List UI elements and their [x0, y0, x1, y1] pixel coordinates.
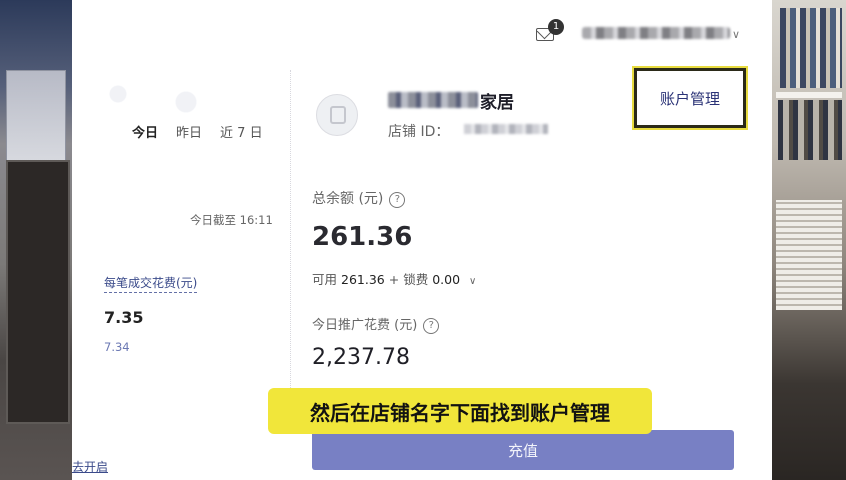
video-subtitle: 然后在店铺名字下面找到账户管理 — [268, 388, 652, 434]
background-box — [6, 70, 66, 162]
background-left — [0, 0, 72, 480]
background-books — [780, 8, 842, 88]
help-icon[interactable]: ? — [389, 192, 406, 208]
recharge-button[interactable]: 充值 — [312, 430, 734, 470]
today-spend-text: 今日推广花费 (元) — [312, 318, 418, 333]
balance-breakdown: 可用 261.36 + 锁费 0.00 ∨ — [312, 269, 476, 288]
background-papers — [776, 200, 842, 310]
cost-per-deal-value: 7.35 — [104, 308, 144, 327]
user-name-redacted[interactable] — [582, 27, 730, 39]
frozen-label: 锁费 — [403, 272, 429, 287]
cost-per-deal-previous: 7.34 — [104, 340, 130, 354]
total-balance-text: 总余额 (元) — [312, 191, 384, 207]
tab-today[interactable]: 今日 — [132, 122, 158, 141]
today-spend-label: 今日推广花费 (元)? — [312, 314, 440, 334]
store-id-label: 店铺 ID： — [388, 124, 450, 140]
cost-per-deal-label[interactable]: 每笔成交花费(元) — [104, 274, 198, 293]
top-bar: 1 ∨ — [72, 0, 772, 60]
tab-last-7-days[interactable]: 近 7 日 — [220, 122, 263, 141]
go-open-link[interactable]: 去开启 — [72, 458, 108, 475]
stats-sidebar: 今日 昨日 近 7 日 今日截至 16:11 每笔成交花费(元) 7.35 7.… — [72, 70, 291, 420]
available-label: 可用 — [312, 272, 338, 287]
decorative-watermark — [84, 78, 254, 118]
chevron-down-icon[interactable]: ∨ — [469, 276, 476, 287]
total-balance-label: 总余额 (元)? — [312, 188, 406, 208]
notification-badge: 1 — [548, 19, 564, 35]
available-value: 261.36 — [341, 272, 385, 287]
background-cabinet — [6, 160, 70, 424]
frozen-value: 0.00 — [432, 272, 461, 287]
plus-sign: + — [388, 272, 400, 287]
store-avatar — [316, 94, 358, 136]
total-balance-value: 261.36 — [312, 222, 413, 252]
store-name: 家居 — [480, 93, 514, 113]
as-of-time: 今日截至 16:11 — [190, 213, 273, 227]
date-range-tabs: 今日 昨日 近 7 日 — [132, 122, 263, 141]
store-name-redacted — [388, 92, 478, 108]
background-shelf — [776, 92, 842, 98]
background-right — [772, 0, 846, 480]
account-management-button[interactable]: 账户管理 — [632, 66, 748, 130]
today-spend-value: 2,237.78 — [312, 345, 410, 370]
chevron-down-icon[interactable]: ∨ — [732, 28, 740, 41]
help-icon[interactable]: ? — [423, 318, 440, 334]
tab-yesterday[interactable]: 昨日 — [176, 122, 202, 141]
background-books — [778, 100, 842, 160]
store-id-redacted — [464, 124, 548, 134]
